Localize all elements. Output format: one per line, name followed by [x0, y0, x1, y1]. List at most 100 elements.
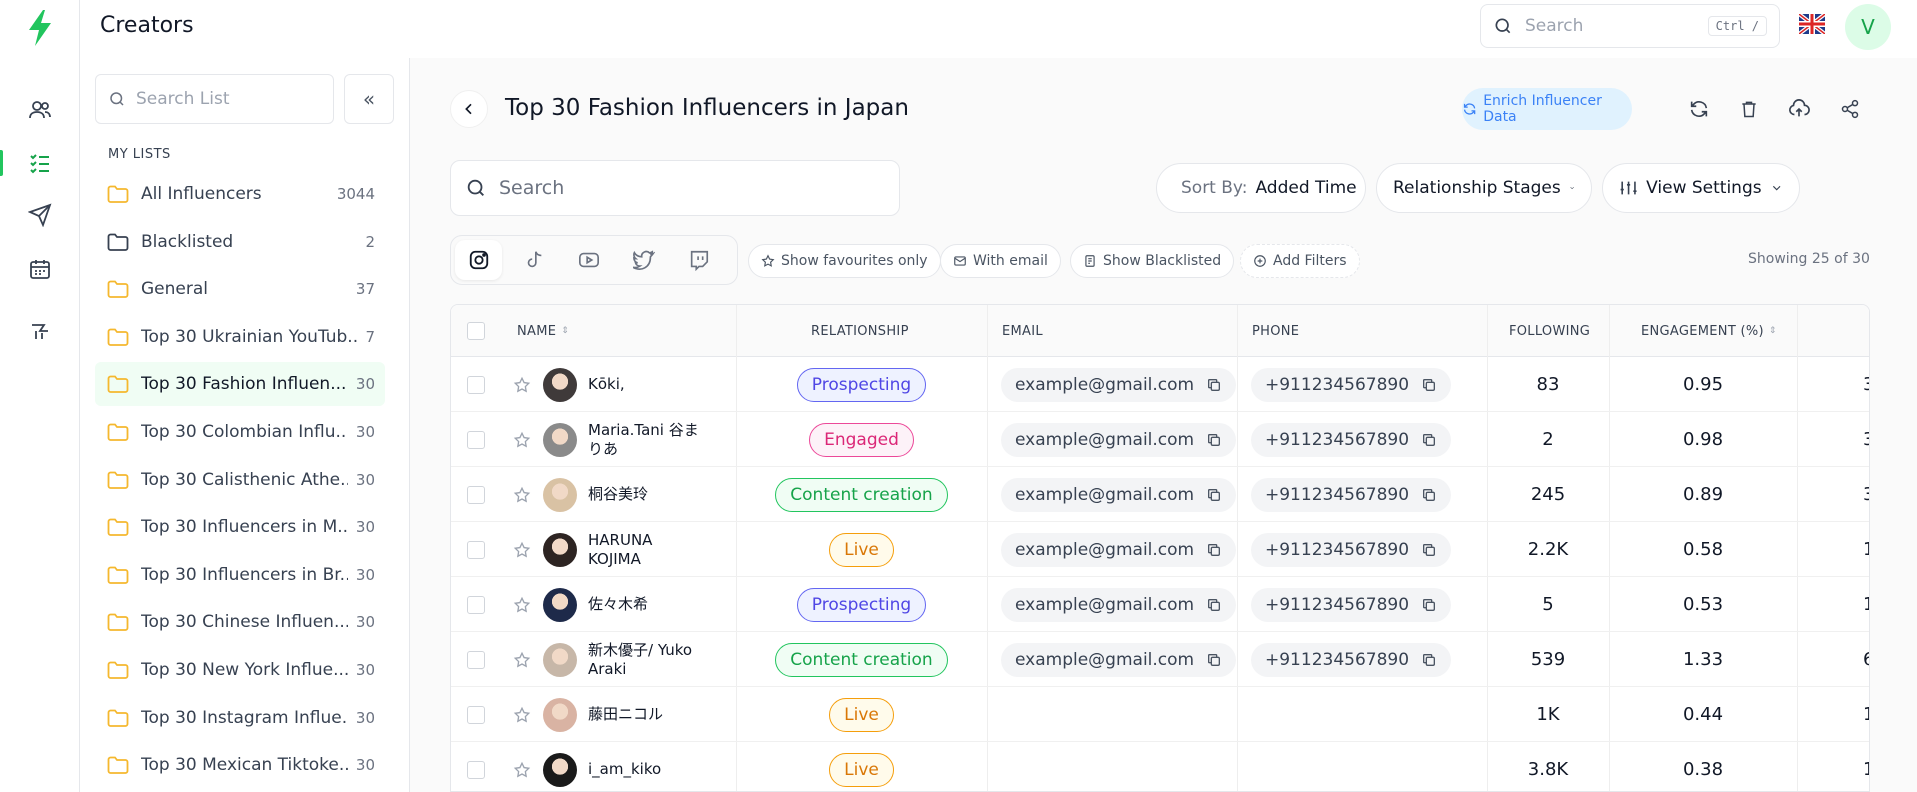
row-checkbox[interactable] — [467, 705, 485, 724]
table-row[interactable]: i_am_kiko Live 3.8K 0.38 1 — [451, 742, 1869, 791]
creator-avatar[interactable] — [543, 422, 577, 457]
sidebar-list-item[interactable]: All Influencers 3044 — [95, 172, 385, 216]
calendar-icon[interactable] — [24, 253, 56, 285]
campaigns-icon[interactable] — [24, 199, 56, 231]
sidebar-list-item[interactable]: Top 30 Instagram Influe... 30 — [95, 696, 385, 740]
sidebar-list-item[interactable]: General 37 — [95, 267, 385, 311]
creator-name[interactable]: 佐々木希 — [588, 595, 648, 614]
copy-icon[interactable] — [1421, 377, 1437, 393]
user-avatar[interactable]: V — [1845, 4, 1891, 50]
sidebar-list-item[interactable]: Top 30 Colombian Influ... 30 — [95, 410, 385, 454]
relationship-stage-badge[interactable]: Content creation — [775, 642, 948, 677]
creator-name[interactable]: Maria.Tani 谷ま りあ — [588, 421, 699, 459]
copy-icon[interactable] — [1206, 542, 1222, 558]
relationship-stage-badge[interactable]: Engaged — [809, 422, 914, 457]
list-search-input[interactable]: Search List — [95, 74, 334, 124]
add-filters-button[interactable]: Add Filters — [1240, 244, 1360, 278]
with-email-filter[interactable]: With email — [940, 244, 1061, 278]
sidebar-list-item[interactable]: Top 30 Influencers in Br... 30 — [95, 553, 385, 597]
sidebar-list-item[interactable]: Top 30 Mexican Tiktoke... 30 — [95, 743, 385, 787]
sidebar-list-item[interactable]: Top 30 Influencers in M... 30 — [95, 505, 385, 549]
brand-logo-icon[interactable] — [26, 10, 54, 46]
creator-name[interactable]: 桐谷美玲 — [588, 485, 648, 504]
column-engagement[interactable]: ENGAGEMENT (%) ⇕ — [1641, 305, 1777, 357]
creator-name[interactable]: Kōki, — [588, 375, 625, 394]
collapse-sidebar-button[interactable]: « — [344, 74, 394, 124]
copy-icon[interactable] — [1206, 377, 1222, 393]
favourite-star-icon[interactable] — [513, 651, 531, 669]
copy-icon[interactable] — [1206, 432, 1222, 448]
table-row[interactable]: 佐々木希 Prospecting example@gmail.com +9112345… — [451, 577, 1869, 632]
copy-icon[interactable] — [1421, 597, 1437, 613]
tab-youtube[interactable] — [565, 240, 612, 280]
row-checkbox[interactable] — [467, 375, 485, 394]
favourite-star-icon[interactable] — [513, 541, 531, 559]
sort-by-dropdown[interactable]: Sort By: Added Time — [1156, 163, 1366, 213]
table-row[interactable]: 藤田ニコル Live 1K 0.44 1 — [451, 687, 1869, 742]
creator-name[interactable]: HARUNA KOJIMA — [588, 531, 652, 569]
upload-button[interactable] — [1784, 94, 1814, 124]
sidebar-list-item[interactable]: Top 30 Ukrainian YouTub... 7 — [95, 315, 385, 359]
favourite-star-icon[interactable] — [513, 761, 531, 779]
favourite-star-icon[interactable] — [513, 431, 531, 449]
creator-avatar[interactable] — [543, 642, 577, 677]
sidebar-list-item[interactable]: Top 30 Fashion Influen... 30 — [95, 362, 385, 407]
row-checkbox[interactable] — [467, 540, 485, 559]
relationship-stage-badge[interactable]: Content creation — [775, 477, 948, 512]
copy-icon[interactable] — [1206, 597, 1222, 613]
view-settings-dropdown[interactable]: View Settings — [1602, 163, 1800, 213]
copy-icon[interactable] — [1421, 487, 1437, 503]
creator-name[interactable]: 藤田ニコル — [588, 705, 663, 724]
tab-twitch[interactable] — [675, 240, 722, 280]
sidebar-list-item[interactable]: Top 30 Chinese Influen... 30 — [95, 600, 385, 644]
column-email[interactable]: EMAIL — [1002, 305, 1043, 357]
relationship-stage-badge[interactable]: Live — [829, 697, 894, 732]
table-row[interactable]: HARUNA KOJIMA Live example@gmail.com +911234… — [451, 522, 1869, 577]
creators-icon[interactable] — [24, 94, 56, 126]
uk-flag-icon[interactable] — [1799, 14, 1825, 34]
tab-twitter[interactable] — [620, 240, 667, 280]
creator-avatar[interactable] — [543, 587, 577, 622]
select-all-checkbox[interactable] — [467, 305, 485, 357]
lists-icon[interactable] — [24, 147, 56, 179]
favourite-star-icon[interactable] — [513, 376, 531, 394]
relationship-stage-badge[interactable]: Prospecting — [796, 367, 927, 402]
creator-avatar[interactable] — [543, 697, 577, 732]
outreach-icon[interactable] — [24, 315, 56, 347]
favourite-star-icon[interactable] — [513, 486, 531, 504]
copy-icon[interactable] — [1421, 542, 1437, 558]
column-following[interactable]: FOLLOWING — [1509, 305, 1590, 357]
creator-avatar[interactable] — [543, 477, 577, 512]
copy-icon[interactable] — [1421, 652, 1437, 668]
tab-tiktok[interactable] — [510, 240, 557, 280]
favourite-star-icon[interactable] — [513, 706, 531, 724]
creator-name[interactable]: i_am_kiko — [588, 760, 661, 779]
delete-list-button[interactable] — [1734, 94, 1764, 124]
sidebar-list-item[interactable]: Blacklisted 2 — [95, 220, 385, 264]
relationship-stage-badge[interactable]: Live — [829, 752, 894, 787]
table-row[interactable]: Maria.Tani 谷ま りあ Engaged example@gmail.com +… — [451, 412, 1869, 467]
global-search-input[interactable]: Search Ctrl / — [1480, 4, 1780, 48]
copy-icon[interactable] — [1421, 432, 1437, 448]
table-search-input[interactable]: Search — [450, 160, 900, 216]
back-button[interactable] — [450, 90, 488, 128]
enrich-influencer-data-button[interactable]: Enrich Influencer Data — [1462, 88, 1632, 130]
creator-name[interactable]: 新木優子/ Yuko Araki — [588, 641, 692, 679]
copy-icon[interactable] — [1206, 487, 1222, 503]
share-button[interactable] — [1835, 94, 1865, 124]
show-favourites-only-filter[interactable]: Show favourites only — [748, 244, 941, 278]
copy-icon[interactable] — [1206, 652, 1222, 668]
column-phone[interactable]: PHONE — [1252, 305, 1299, 357]
row-checkbox[interactable] — [467, 485, 485, 504]
table-row[interactable]: 桐谷美玲 Content creation example@gmail.com +91… — [451, 467, 1869, 522]
relationship-stages-dropdown[interactable]: Relationship Stages — [1376, 163, 1592, 213]
favourite-star-icon[interactable] — [513, 596, 531, 614]
column-relationship[interactable]: RELATIONSHIP — [811, 305, 909, 357]
row-checkbox[interactable] — [467, 650, 485, 669]
tab-instagram[interactable] — [455, 240, 502, 280]
row-checkbox[interactable] — [467, 760, 485, 779]
creator-avatar[interactable] — [543, 752, 577, 787]
creator-avatar[interactable] — [543, 532, 577, 567]
relationship-stage-badge[interactable]: Prospecting — [796, 587, 927, 622]
table-row[interactable]: 新木優子/ Yuko Araki Content creation example@g… — [451, 632, 1869, 687]
